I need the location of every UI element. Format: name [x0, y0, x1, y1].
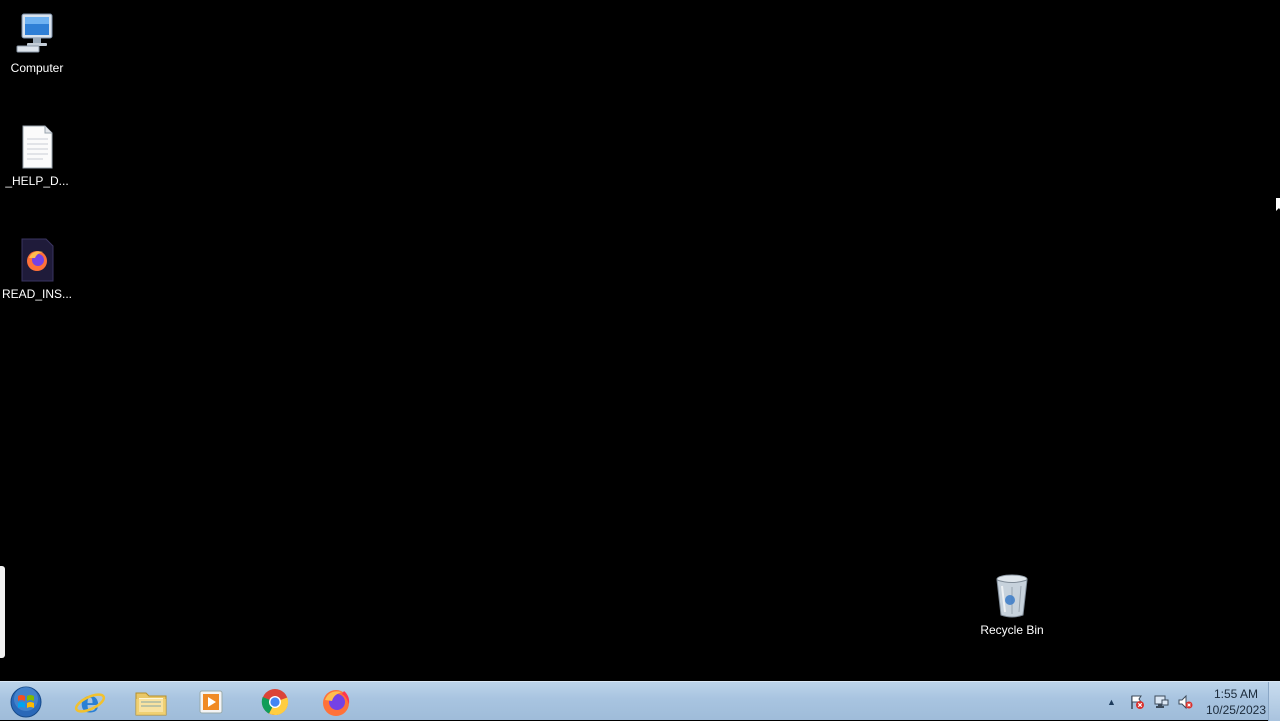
desktop-icon-computer[interactable]: Computer [0, 10, 74, 75]
system-tray: ▲ 1:55 AM 10/25/2023 [1107, 682, 1266, 721]
svg-text:e: e [80, 686, 99, 718]
side-panel-edge[interactable] [0, 566, 5, 658]
mouse-cursor-icon [1276, 198, 1280, 219]
action-center-flag-icon[interactable] [1126, 691, 1148, 713]
show-desktop-button[interactable] [1268, 682, 1280, 721]
clock-time: 1:55 AM [1213, 686, 1258, 701]
clock[interactable]: 1:55 AM 10/25/2023 [1206, 686, 1266, 718]
internet-explorer-icon: e [74, 686, 106, 718]
folder-icon [135, 692, 167, 715]
firefox-icon [323, 689, 350, 716]
chrome-icon [261, 688, 289, 715]
media-player-icon [199, 690, 223, 713]
taskbar-windows-explorer[interactable] [123, 683, 179, 720]
desktop-icon-read-instructions[interactable]: READ_INS... [0, 236, 74, 301]
desktop: Computer _HELP_D... READ_INS... Recycle … [0, 0, 1280, 681]
firefox-document-icon [13, 236, 61, 284]
text-document-icon [13, 123, 61, 171]
windows-start-orb-icon [10, 686, 42, 717]
computer-icon [13, 10, 61, 58]
taskbar-firefox[interactable] [308, 683, 364, 720]
taskbar-media-player[interactable] [183, 683, 239, 720]
taskbar-internet-explorer[interactable]: e [62, 683, 118, 720]
desktop-icon-help-document[interactable]: _HELP_D... [0, 123, 74, 188]
desktop-icon-label: Recycle Bin [980, 623, 1044, 637]
start-button[interactable] [6, 683, 46, 720]
desktop-icon-recycle-bin[interactable]: Recycle Bin [975, 572, 1049, 637]
show-hidden-icons-arrow[interactable]: ▲ [1107, 697, 1116, 707]
volume-muted-icon[interactable] [1174, 691, 1196, 713]
taskbar: e ▲ 1:55 AM 10/25/2023 [0, 681, 1280, 721]
taskbar-chrome[interactable] [247, 683, 303, 720]
desktop-icon-label: Computer [10, 61, 64, 75]
desktop-icon-label: READ_INS... [1, 287, 73, 301]
desktop-icon-label: _HELP_D... [5, 174, 69, 188]
network-icon[interactable] [1150, 691, 1172, 713]
clock-date: 10/25/2023 [1205, 702, 1266, 717]
recycle-bin-icon [988, 572, 1036, 620]
